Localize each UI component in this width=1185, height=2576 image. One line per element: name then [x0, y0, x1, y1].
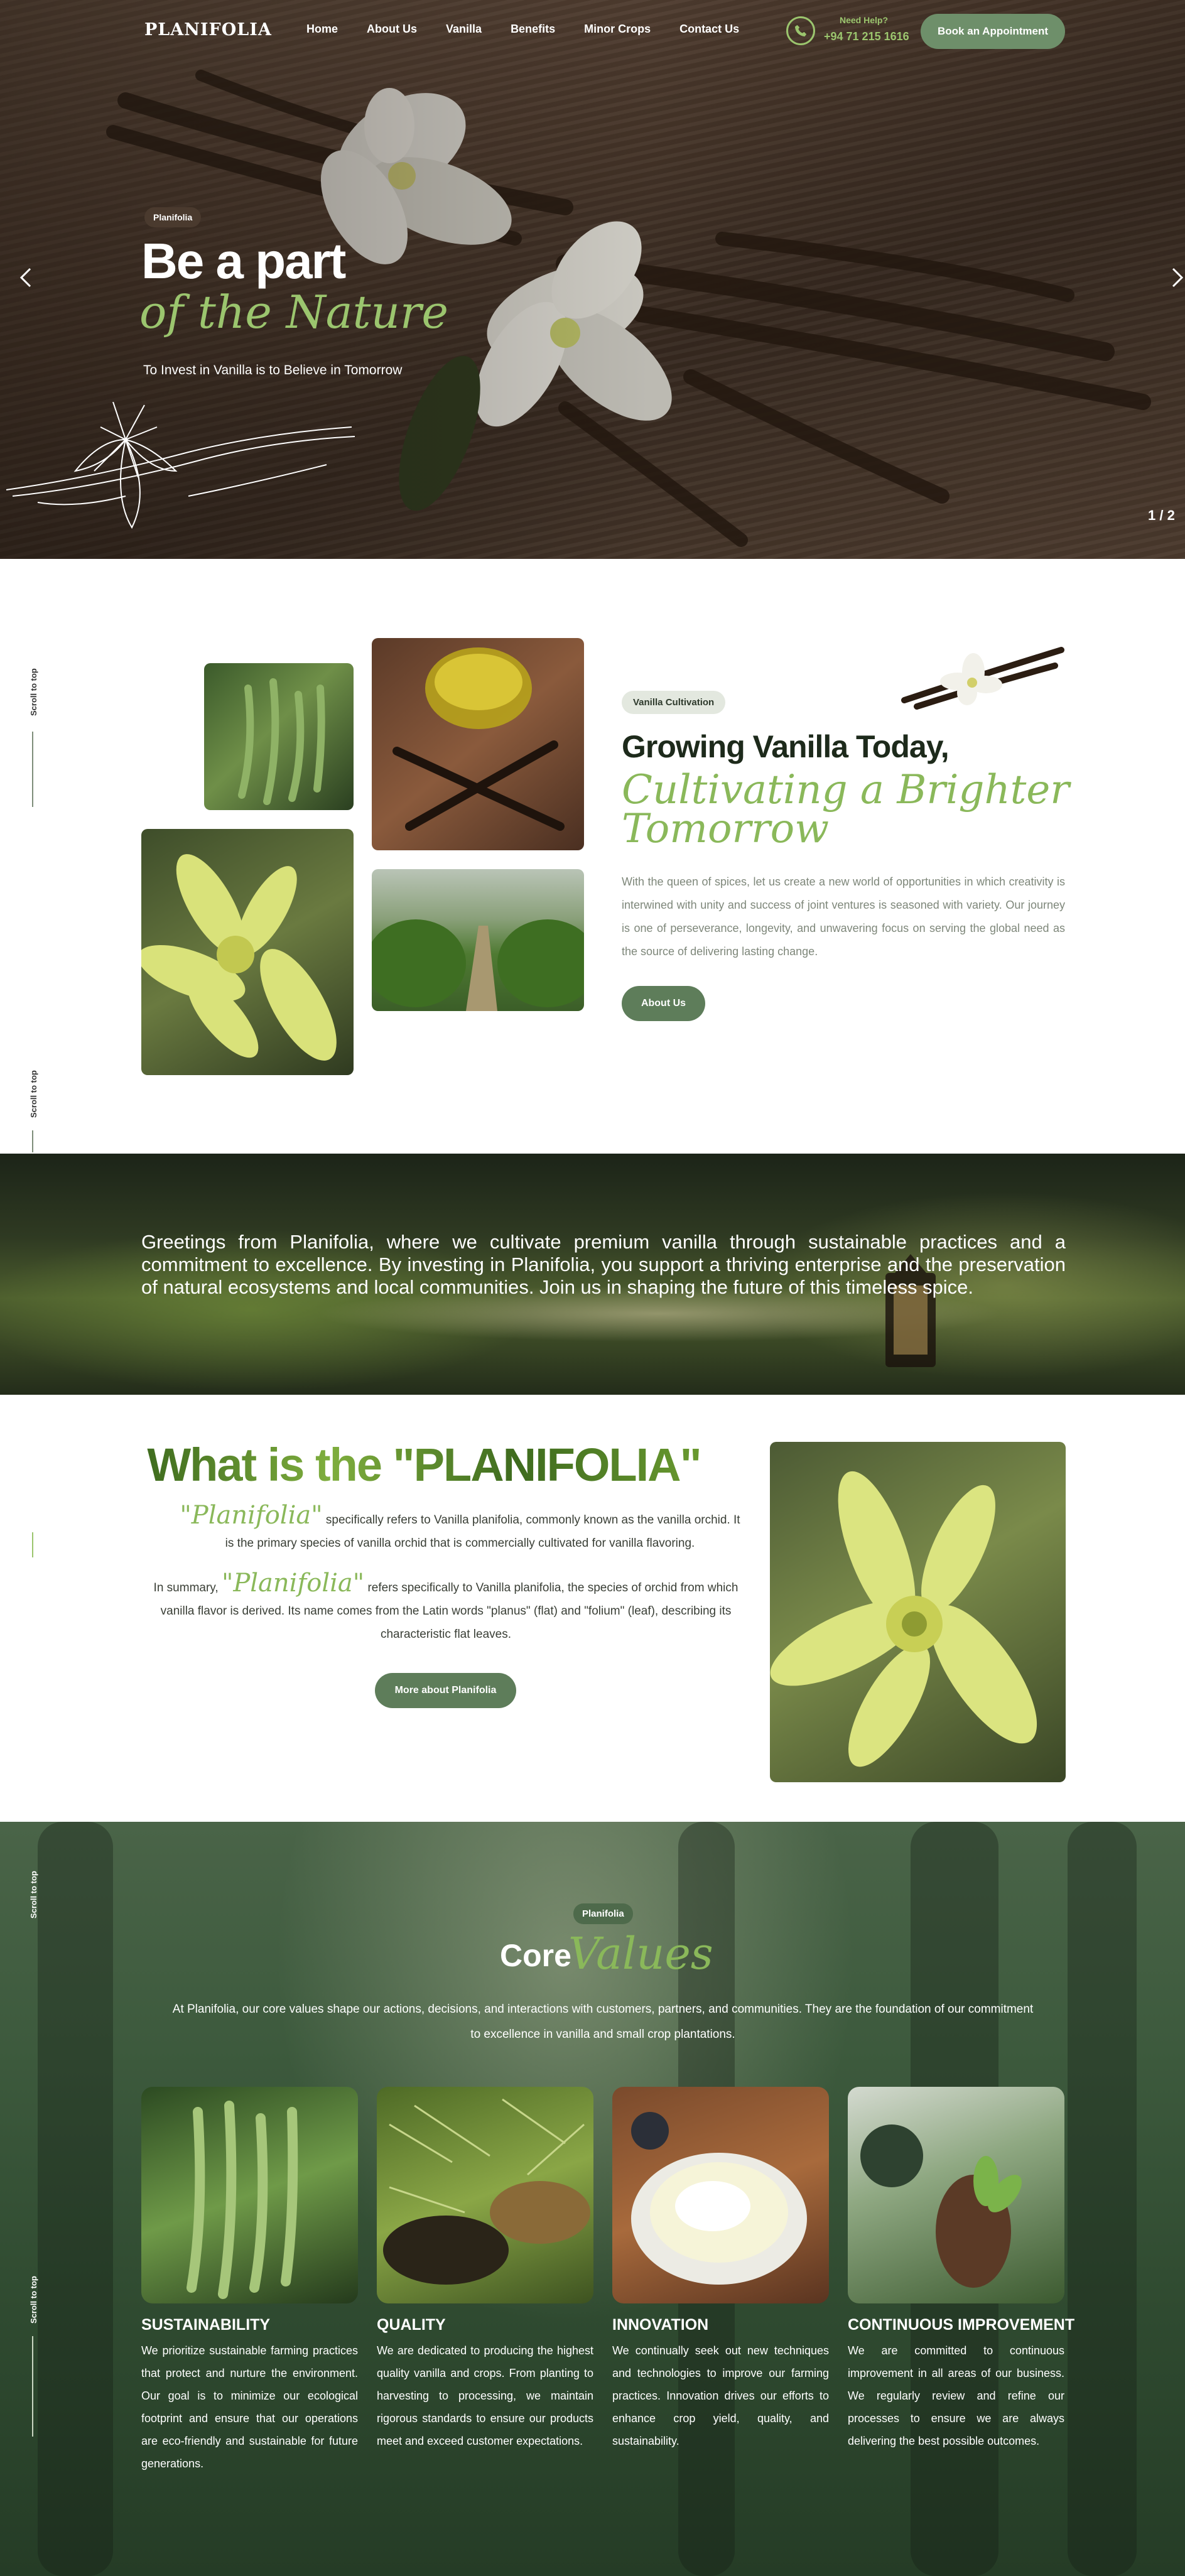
planifolia-orchid-photo — [770, 1442, 1066, 1782]
scroll-to-top[interactable]: Scroll to top — [26, 656, 39, 820]
innovation-photo — [612, 2087, 829, 2303]
scroll-to-top[interactable]: Scroll to top — [26, 1859, 39, 2003]
scroll-to-top-label: Scroll to top — [29, 1070, 38, 1118]
scroll-to-top-label: Scroll to top — [29, 668, 38, 716]
slider-pager: 1 / 2 — [1148, 507, 1175, 523]
about-us-button[interactable]: About Us — [622, 986, 705, 1021]
card-title-quality: QUALITY — [377, 2316, 446, 2334]
scroll-to-top-label: Scroll to top — [29, 2276, 38, 2324]
menu-vanilla[interactable]: Vanilla — [446, 23, 482, 36]
card-title-continuous-improvement: CONTINUOUS IMPROVEMENT — [848, 2316, 1075, 2334]
card-text-innovation: We continually seek out new techniques a… — [612, 2344, 829, 2447]
planifolia-script: "Planifolia" — [221, 1569, 365, 1598]
sustainability-photo — [141, 2087, 358, 2303]
help-label: Need Help? — [840, 15, 889, 25]
core-values-title: Core — [500, 1938, 571, 1973]
scroll-indicator — [26, 1532, 39, 1557]
menu-benefits[interactable]: Benefits — [511, 23, 555, 36]
banner-text: Greetings from Planifolia, where we cult… — [141, 1231, 1066, 1298]
whatis-paragraph-2-lead: In summary, — [153, 1581, 222, 1594]
site-logo[interactable]: PLANIFOLIA — [144, 20, 272, 40]
scroll-line — [32, 1130, 33, 1152]
menu-contact-us[interactable]: Contact Us — [679, 23, 739, 36]
hero-script-title: of the Nature — [139, 286, 448, 338]
phone-icon — [786, 16, 815, 45]
menu-about-us[interactable]: About Us — [367, 23, 417, 36]
about-script-line1: Cultivating a Brighter — [622, 767, 1069, 813]
menu-minor-crops[interactable]: Minor Crops — [584, 23, 651, 36]
whatis-title: What is the "PLANIFOLIA" — [144, 1438, 703, 1491]
core-values-badge: Planifolia — [573, 1903, 633, 1924]
card-text-sustainability: We prioritize sustainable farming practi… — [141, 2344, 358, 2470]
card-text-quality: We are dedicated to producing the highes… — [377, 2344, 593, 2447]
vanilla-flower-photo — [141, 829, 354, 1075]
top-navigation: PLANIFOLIA Home About Us Vanilla Benefit… — [0, 0, 1185, 63]
slider-next-arrow[interactable] — [1168, 265, 1185, 290]
vanilla-oil-photo — [372, 638, 584, 850]
continuous-improvement-photo — [848, 2087, 1064, 2303]
planifolia-script: "Planifolia" — [180, 1501, 323, 1530]
tree-trunk — [1068, 1822, 1137, 2576]
help-contact[interactable]: Need Help? +94 71 215 1616 — [786, 14, 912, 49]
card-text-continuous-improvement: We are committed to continuous improveme… — [848, 2344, 1064, 2447]
scroll-to-top[interactable]: Scroll to top — [26, 1058, 39, 1152]
about-title: Growing Vanilla Today, — [622, 729, 950, 764]
hero-title: Be a part — [141, 233, 346, 289]
more-about-planifolia-button[interactable]: More about Planifolia — [375, 1673, 516, 1708]
card-title-innovation: INNOVATION — [612, 2316, 709, 2334]
vanilla-sketch-illustration — [6, 402, 355, 529]
about-paragraph: With the queen of spices, let us create … — [622, 875, 1065, 958]
core-values-paragraph: At Planifolia, our core values shape our… — [172, 2003, 1034, 2041]
book-appointment-button[interactable]: Book an Appointment — [921, 14, 1065, 49]
scroll-line — [32, 1532, 33, 1557]
vanilla-vine-photo — [204, 663, 354, 810]
hero-slider: Planifolia Be a part of the Nature To In… — [0, 0, 1185, 559]
scroll-to-top-label: Scroll to top — [29, 1871, 38, 1918]
hero-badge: Planifolia — [144, 207, 202, 227]
whatis-paragraph-1: "Planifolia" specifically refers to Vani… — [176, 1501, 744, 1555]
whatis-paragraph-2: In summary, "Planifolia" refers specific… — [141, 1569, 750, 1646]
core-values-script: Values — [568, 1928, 713, 1979]
quality-photo — [377, 2087, 593, 2303]
section-badge: Vanilla Cultivation — [622, 691, 726, 714]
scroll-line — [32, 2336, 33, 2437]
main-menu: Home About Us Vanilla Benefits Minor Cro… — [306, 23, 768, 36]
hero-subtitle: To Invest in Vanilla is to Believe in To… — [143, 363, 403, 377]
scroll-to-top[interactable]: Scroll to top — [26, 2264, 39, 2452]
about-script-line2: Tomorrow — [622, 806, 829, 852]
help-phone-number[interactable]: +94 71 215 1616 — [824, 30, 909, 43]
tree-trunk — [38, 1822, 113, 2576]
vanilla-flower-decoration — [901, 647, 1064, 710]
greenhouse-photo — [372, 869, 584, 1011]
scroll-line — [32, 732, 33, 807]
card-title-sustainability: SUSTAINABILITY — [141, 2316, 271, 2334]
menu-home[interactable]: Home — [306, 23, 338, 36]
slider-prev-arrow[interactable] — [16, 265, 35, 290]
